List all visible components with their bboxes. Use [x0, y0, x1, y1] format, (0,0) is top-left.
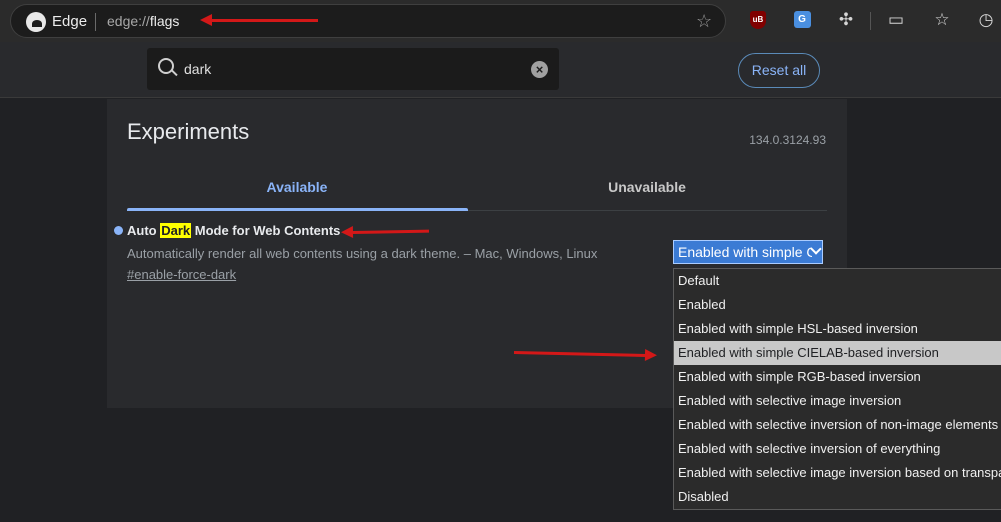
url-path: flags [149, 13, 180, 29]
flags-header: dark × Reset all [0, 42, 1001, 98]
flag-title-start: Auto [127, 223, 161, 238]
dropdown-option[interactable]: Enabled with selective image inversion b… [674, 461, 1001, 485]
flag-title: Auto Dark Mode for Web Contents [127, 223, 340, 238]
url-scheme: edge:// [107, 13, 150, 29]
browser-window: Edge edge://flags ☆ uB G ✣ ▭ ☆ ◷ dark × … [0, 0, 1001, 522]
chevron-down-icon [810, 243, 822, 255]
puzzle-icon[interactable]: ✣ [836, 10, 856, 30]
tab-available[interactable]: Available [127, 179, 467, 195]
browser-brand-label: Edge [52, 13, 88, 30]
toolbar-divider [870, 12, 871, 30]
flag-select-value: Enabled with simple CIELAB-based inversi… [678, 244, 812, 260]
search-value: dark [184, 61, 212, 77]
search-input[interactable]: dark × [147, 48, 559, 90]
dropdown-option[interactable]: Enabled with selective image inversion [674, 389, 1001, 413]
search-highlight: Dark [160, 223, 192, 238]
flag-select[interactable]: Enabled with simple CIELAB-based inversi… [673, 240, 823, 264]
tabs: Available Unavailable [127, 171, 827, 211]
reset-all-button[interactable]: Reset all [738, 53, 820, 88]
cast-icon[interactable]: ▭ [886, 10, 906, 30]
tab-unavailable[interactable]: Unavailable [477, 179, 817, 195]
dropdown-option[interactable]: Default [674, 269, 1001, 293]
translate-icon[interactable]: G [792, 10, 812, 30]
version-label: 134.0.3124.93 [749, 133, 826, 147]
address-url[interactable]: edge://flags [107, 13, 179, 29]
history-icon[interactable]: ◷ [976, 10, 996, 30]
search-icon [158, 58, 174, 74]
omnibox-divider [95, 13, 96, 31]
browser-toolbar: Edge edge://flags ☆ uB G ✣ ▭ ☆ ◷ [0, 0, 1001, 42]
page-title: Experiments [127, 119, 250, 144]
favorites-icon[interactable]: ☆ [932, 10, 952, 30]
flag-anchor-link[interactable]: #enable-force-dark [127, 267, 236, 282]
dropdown-option[interactable]: Enabled with selective inversion of non-… [674, 413, 1001, 437]
dropdown-option[interactable]: Enabled with simple HSL-based inversion [674, 317, 1001, 341]
dropdown-option[interactable]: Enabled [674, 293, 1001, 317]
flag-title-end: Mode for Web Contents [191, 223, 341, 238]
flag-select-dropdown: Default Enabled Enabled with simple HSL-… [673, 268, 1001, 510]
flag-modified-dot [114, 226, 123, 235]
flag-description: Automatically render all web contents us… [127, 246, 598, 261]
ublock-icon[interactable]: uB [748, 10, 768, 30]
annotation-arrow-url [200, 14, 318, 26]
dropdown-option[interactable]: Enabled with simple RGB-based inversion [674, 365, 1001, 389]
address-bar[interactable]: Edge edge://flags ☆ [10, 4, 726, 38]
dropdown-option[interactable]: Enabled with selective inversion of ever… [674, 437, 1001, 461]
star-icon[interactable]: ☆ [696, 11, 712, 32]
active-tab-indicator [127, 208, 468, 211]
dropdown-option-selected[interactable]: Enabled with simple CIELAB-based inversi… [674, 341, 1001, 365]
dropdown-option[interactable]: Disabled [674, 485, 1001, 509]
edge-logo-icon [26, 12, 46, 32]
clear-icon[interactable]: × [531, 61, 548, 78]
